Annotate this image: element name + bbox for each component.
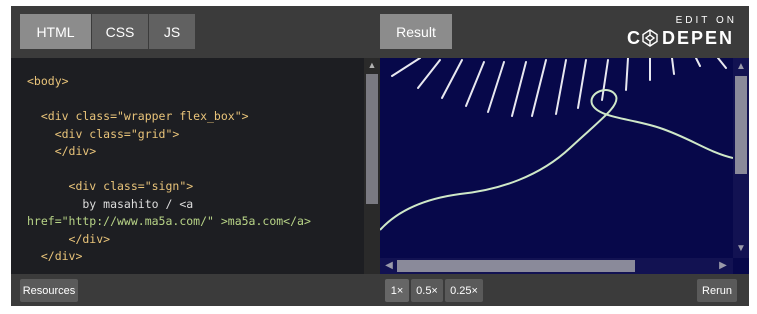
codepen-logo: C DEPEN: [627, 27, 737, 54]
codepen-wordmark-icon: C DEPEN: [627, 28, 734, 48]
chevron-right-icon[interactable]: ▶: [718, 261, 728, 271]
code-line: <div class="grid">: [27, 126, 180, 141]
rerun-button[interactable]: Rerun: [697, 279, 737, 302]
editor-scroll-thumb[interactable]: [366, 74, 378, 204]
tab-js[interactable]: JS: [149, 14, 195, 49]
edit-on-label: EDIT ON: [675, 15, 737, 26]
code-block: <body> <div class="wrapper flex_box"> <d…: [27, 73, 311, 266]
editor-tabs: HTML CSS JS: [20, 14, 195, 49]
result-vertical-thumb[interactable]: [735, 76, 747, 174]
chevron-up-icon[interactable]: ▲: [367, 60, 377, 70]
code-line: href="http://www.ma5a.com/" >ma5a.com</a…: [27, 214, 311, 228]
codepen-embed: HTML CSS JS Result EDIT ON C DEPEN <body…: [11, 6, 749, 306]
zoom-025x-button[interactable]: 0.25×: [445, 279, 483, 302]
code-line: by masahito / <a: [27, 196, 194, 211]
tab-html[interactable]: HTML: [20, 14, 92, 49]
result-preview[interactable]: ▲ ▼ ◀ ▶: [380, 58, 749, 274]
result-vertical-scrollbar[interactable]: ▲ ▼: [733, 58, 749, 258]
result-artwork: [380, 58, 734, 231]
tab-result[interactable]: Result: [380, 14, 452, 49]
svg-text:DEPEN: DEPEN: [662, 28, 734, 48]
code-line: <div class="sign">: [27, 179, 194, 193]
top-bar: HTML CSS JS Result EDIT ON C DEPEN: [11, 6, 749, 58]
code-line: <div class="wrapper flex_box">: [27, 109, 249, 123]
bottom-bar: Resources 1× 0.5× 0.25× Rerun: [11, 274, 749, 306]
code-line: </div>: [27, 249, 83, 263]
editor-scrollbar[interactable]: ▲: [364, 58, 380, 274]
result-horizontal-scrollbar[interactable]: ◀ ▶: [380, 258, 733, 274]
edit-on-codepen-link[interactable]: EDIT ON C DEPEN: [627, 15, 737, 51]
zoom-1x-button[interactable]: 1×: [385, 279, 409, 302]
code-line: <body>: [27, 74, 69, 88]
zoom-05x-button[interactable]: 0.5×: [411, 279, 443, 302]
code-line: </div>: [27, 144, 97, 158]
chevron-up-icon[interactable]: ▲: [736, 62, 746, 72]
svg-text:C: C: [627, 28, 642, 48]
chevron-left-icon[interactable]: ◀: [384, 261, 394, 271]
result-horizontal-thumb[interactable]: [397, 260, 635, 272]
html-editor[interactable]: <body> <div class="wrapper flex_box"> <d…: [11, 58, 380, 274]
code-line: </div>: [27, 231, 111, 246]
resources-button[interactable]: Resources: [20, 279, 78, 302]
tab-css[interactable]: CSS: [92, 14, 149, 49]
chevron-down-icon[interactable]: ▼: [736, 244, 746, 254]
